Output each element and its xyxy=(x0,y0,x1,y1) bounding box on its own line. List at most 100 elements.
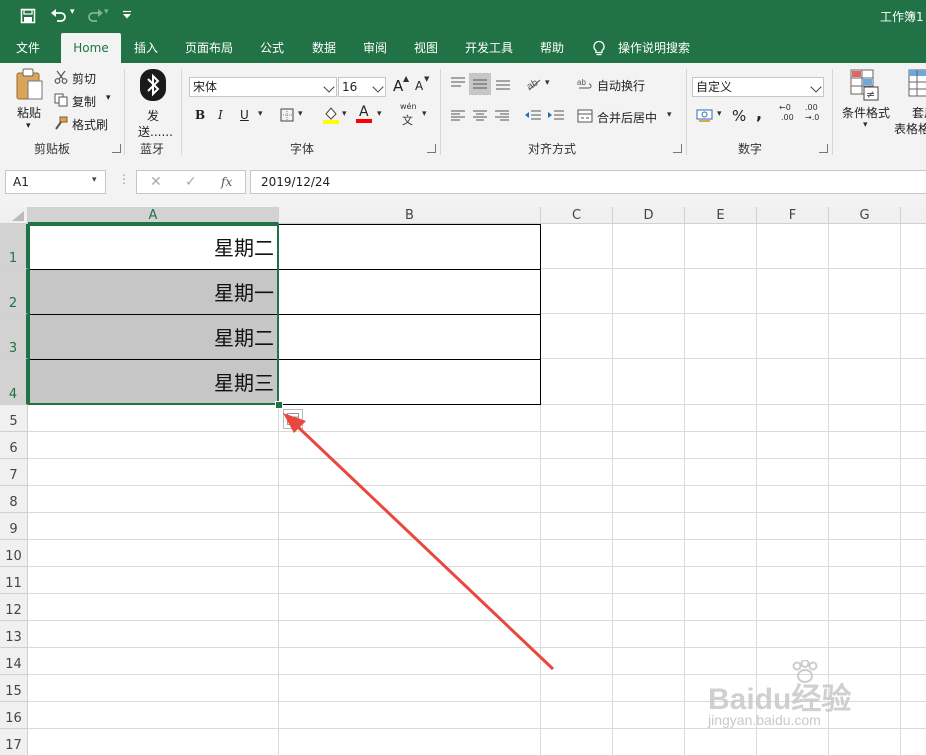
column-header-d[interactable]: D xyxy=(613,207,685,224)
clipboard-launcher-icon[interactable] xyxy=(112,144,121,153)
column-header-c[interactable]: C xyxy=(541,207,613,224)
underline-dropdown-icon[interactable]: ▾ xyxy=(258,109,263,119)
align-right-icon[interactable] xyxy=(494,110,510,122)
save-icon[interactable] xyxy=(20,8,36,24)
align-center-icon[interactable] xyxy=(472,110,488,122)
copy-button[interactable]: 复制 xyxy=(72,93,96,110)
fill-handle[interactable] xyxy=(275,401,283,409)
tab-file[interactable]: 文件 xyxy=(16,33,40,63)
insert-function-icon[interactable]: fx xyxy=(221,175,232,189)
row-header-11[interactable]: 11 xyxy=(0,567,28,594)
align-middle-button[interactable] xyxy=(469,73,491,95)
align-left-icon[interactable] xyxy=(450,110,466,122)
tab-home[interactable]: Home xyxy=(61,33,121,63)
font-color-dropdown-icon[interactable]: ▾ xyxy=(377,109,382,119)
row-header-7[interactable]: 7 xyxy=(0,459,28,486)
tab-developer[interactable]: 开发工具 xyxy=(465,33,513,63)
column-header-b[interactable]: B xyxy=(279,207,541,224)
wrap-text-button[interactable]: ab 自动换行 xyxy=(571,74,681,94)
row-header-17[interactable]: 17 xyxy=(0,729,28,755)
cell-b4[interactable] xyxy=(278,359,541,405)
tab-formulas[interactable]: 公式 xyxy=(260,33,284,63)
column-header-h[interactable] xyxy=(901,207,926,224)
tell-me-search[interactable]: 操作说明搜索 xyxy=(618,33,690,63)
align-bottom-icon[interactable] xyxy=(495,76,511,90)
row-header-14[interactable]: 14 xyxy=(0,648,28,675)
column-header-f[interactable]: F xyxy=(757,207,829,224)
select-all-corner[interactable] xyxy=(0,207,28,224)
increase-decimal-button[interactable]: ←0 .00 xyxy=(779,103,801,127)
cancel-icon[interactable]: ✕ xyxy=(150,174,162,190)
align-top-icon[interactable] xyxy=(450,76,466,90)
decrease-indent-icon[interactable] xyxy=(524,110,542,122)
fill-color-icon[interactable] xyxy=(322,105,340,125)
tab-data[interactable]: 数据 xyxy=(312,33,336,63)
decrease-decimal-button[interactable]: .00 →.0 xyxy=(805,103,827,127)
row-header-16[interactable]: 16 xyxy=(0,702,28,729)
tab-insert[interactable]: 插入 xyxy=(134,33,158,63)
row-header-2[interactable]: 2 xyxy=(0,269,28,314)
paste-button[interactable]: 粘贴 ▾ xyxy=(8,67,52,133)
number-launcher-icon[interactable] xyxy=(819,144,828,153)
tab-help[interactable]: 帮助 xyxy=(540,33,564,63)
italic-button[interactable]: I xyxy=(218,108,223,122)
row-header-5[interactable]: 5 xyxy=(0,405,28,432)
row-header-3[interactable]: 3 xyxy=(0,314,28,359)
tab-review[interactable]: 审阅 xyxy=(363,33,387,63)
bold-button[interactable]: B xyxy=(195,108,205,122)
accounting-format-icon[interactable] xyxy=(696,107,714,123)
cell-b3[interactable] xyxy=(278,314,541,360)
row-header-13[interactable]: 13 xyxy=(0,621,28,648)
comma-button[interactable]: , xyxy=(756,104,762,123)
quick-analysis-button[interactable] xyxy=(283,409,303,429)
row-header-9[interactable]: 9 xyxy=(0,513,28,540)
tab-page-layout[interactable]: 页面布局 xyxy=(185,33,233,63)
grow-font-button[interactable]: A xyxy=(393,77,403,95)
orientation-icon[interactable]: ab xyxy=(525,75,543,91)
merge-center-button[interactable]: 合并后居中 ▾ xyxy=(575,106,680,126)
row-header-6[interactable]: 6 xyxy=(0,432,28,459)
bluetooth-send-button[interactable]: 发 送...... xyxy=(132,67,174,139)
column-header-g[interactable]: G xyxy=(829,207,901,224)
phonetic-dropdown-icon[interactable]: ▾ xyxy=(422,109,427,119)
customize-qat-icon[interactable] xyxy=(121,10,133,20)
name-box[interactable]: A1 ▾ xyxy=(5,170,106,194)
borders-dropdown-icon[interactable]: ▾ xyxy=(298,109,303,119)
format-painter-button[interactable]: 格式刷 xyxy=(72,116,108,133)
formula-input[interactable]: 2019/12/24 xyxy=(250,170,926,194)
percent-button[interactable]: % xyxy=(732,107,746,125)
undo-dropdown-icon[interactable]: ▾ xyxy=(70,7,75,17)
alignment-launcher-icon[interactable] xyxy=(673,144,682,153)
row-header-15[interactable]: 15 xyxy=(0,675,28,702)
copy-dropdown-icon[interactable]: ▾ xyxy=(106,93,111,103)
tab-view[interactable]: 视图 xyxy=(414,33,438,63)
redo-icon[interactable] xyxy=(86,7,104,23)
font-size-select[interactable]: 16 xyxy=(338,77,386,97)
font-name-select[interactable]: 宋体 xyxy=(189,77,337,97)
number-format-select[interactable]: 自定义 xyxy=(692,77,824,97)
cell-b1[interactable] xyxy=(278,224,541,270)
column-header-e[interactable]: E xyxy=(685,207,757,224)
accounting-dropdown-icon[interactable]: ▾ xyxy=(717,109,722,119)
row-header-10[interactable]: 10 xyxy=(0,540,28,567)
increase-indent-icon[interactable] xyxy=(547,110,565,122)
phonetic-guide-button[interactable]: 文 xyxy=(402,112,413,128)
undo-icon[interactable] xyxy=(50,7,68,23)
underline-button[interactable]: U xyxy=(240,108,249,122)
cut-button[interactable]: 剪切 xyxy=(72,70,96,87)
row-header-12[interactable]: 12 xyxy=(0,594,28,621)
orientation-dropdown-icon[interactable]: ▾ xyxy=(545,78,550,88)
font-launcher-icon[interactable] xyxy=(427,144,436,153)
shrink-font-button[interactable]: A xyxy=(415,79,423,93)
borders-icon[interactable] xyxy=(280,108,294,122)
column-header-a[interactable]: A xyxy=(28,207,279,224)
conditional-format-button[interactable]: ≠ 条件格式 ▾ xyxy=(838,67,894,137)
row-header-8[interactable]: 8 xyxy=(0,486,28,513)
fill-color-dropdown-icon[interactable]: ▾ xyxy=(342,109,347,119)
enter-icon[interactable]: ✓ xyxy=(185,174,197,190)
format-as-table-button[interactable]: 套用 表格格 xyxy=(894,67,926,137)
row-header-4[interactable]: 4 xyxy=(0,359,28,405)
font-color-button[interactable]: A xyxy=(356,104,374,124)
cell-b2[interactable] xyxy=(278,269,541,315)
row-header-1[interactable]: 1 xyxy=(0,224,28,269)
